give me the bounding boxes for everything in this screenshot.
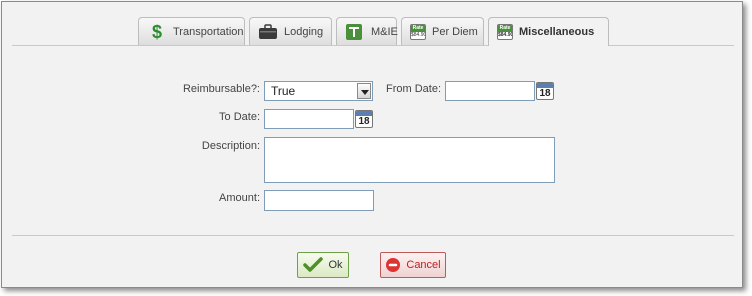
tab-per-diem[interactable]: Rate $84.90 Per Diem [401,17,484,45]
reimbursable-label: Reimbursable?: [182,83,260,95]
tab-lodging[interactable]: Lodging [249,17,332,45]
from-date-label: From Date: [385,83,441,95]
briefcase-icon [258,23,278,41]
cancel-icon [386,258,401,272]
amount-label: Amount: [219,192,260,204]
tab-bar: $ Transportation Lodging M&IE Rate $84.9… [12,2,734,46]
ok-label: Ok [328,259,343,271]
tab-miscellaneous[interactable]: Rate $84.90 Miscellaneous [488,17,609,46]
description-textarea[interactable] [264,137,555,183]
checkmark-icon [303,257,324,272]
description-label: Description: [201,140,260,152]
dialog-window: $ Transportation Lodging M&IE Rate $84.9… [1,1,743,288]
calendar-icon[interactable]: 18 [355,110,373,128]
amount-input[interactable] [264,190,374,211]
rate-icon: Rate $84.90 [497,24,513,40]
tab-label: M&IE [371,25,398,38]
to-date-input[interactable] [264,109,354,129]
from-date-input[interactable] [445,81,535,101]
form-panel: Reimbursable?: True From Date: 18 To Dat… [12,46,734,236]
to-date-label: To Date: [219,111,260,123]
tab-label: Miscellaneous [519,26,595,38]
chevron-down-icon[interactable] [357,83,371,99]
cancel-button[interactable]: Cancel [380,252,446,278]
calendar-icon[interactable]: 18 [536,82,554,100]
tab-mie[interactable]: M&IE [336,17,398,45]
ok-button[interactable]: Ok [297,252,349,278]
tab-label: Transportation [173,25,244,38]
reimbursable-select[interactable]: True [264,81,373,101]
dollar-icon: $ [151,21,162,42]
tab-transportation[interactable]: $ Transportation [138,17,245,45]
tab-label: Lodging [284,25,324,38]
tab-label: Per Diem [432,25,478,38]
meal-icon [345,23,365,41]
rate-icon: Rate $84.90 [410,23,426,40]
cancel-label: Cancel [406,259,441,271]
reimbursable-value: True [271,84,296,98]
